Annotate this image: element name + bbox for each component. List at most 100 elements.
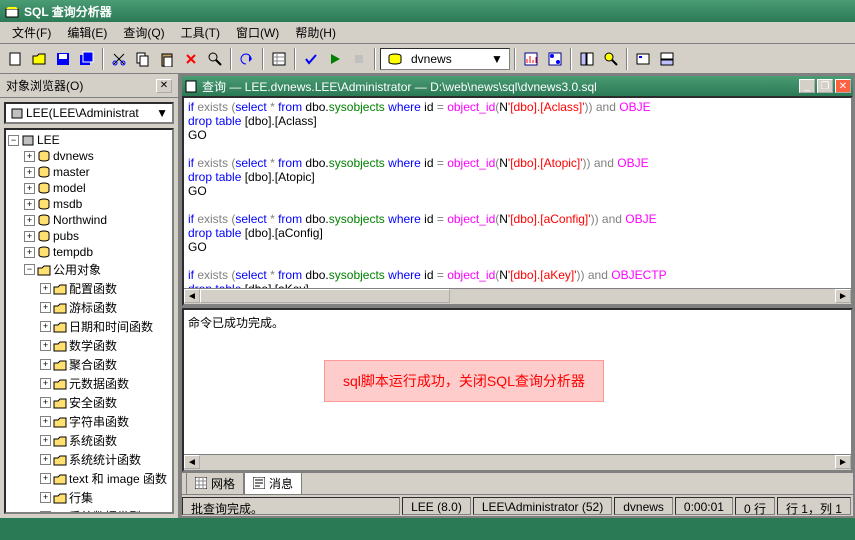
expand-icon[interactable]: +	[24, 151, 35, 162]
scroll-left-icon[interactable]: ◄	[184, 455, 200, 469]
expand-icon[interactable]: +	[40, 416, 51, 427]
menu-help[interactable]: 帮助(H)	[287, 22, 344, 43]
tree[interactable]: −LEE +dvnews+master+model+msdb+Northwind…	[4, 128, 174, 514]
expand-icon[interactable]: +	[24, 231, 35, 242]
copy-button[interactable]	[132, 48, 154, 70]
server-combo[interactable]: LEE(LEE\Administrat ▼	[4, 102, 174, 124]
tree-folder[interactable]: +字符串函数	[8, 412, 170, 431]
undo-button[interactable]	[236, 48, 258, 70]
parse-button[interactable]	[300, 48, 322, 70]
execute-button[interactable]	[324, 48, 346, 70]
tree-folder[interactable]: +安全函数	[8, 393, 170, 412]
cut-button[interactable]	[108, 48, 130, 70]
expand-icon[interactable]: +	[40, 302, 51, 313]
expand-icon[interactable]: +	[40, 473, 51, 484]
results-tabs: 网格 消息	[182, 472, 853, 494]
scroll-right-icon[interactable]: ►	[835, 289, 851, 303]
options-button[interactable]	[632, 48, 654, 70]
object-browser: 对象浏览器(O) ✕ LEE(LEE\Administrat ▼ −LEE +d…	[0, 74, 180, 518]
tree-database[interactable]: +dvnews	[8, 148, 170, 164]
expand-icon[interactable]: +	[24, 247, 35, 258]
expand-icon[interactable]: +	[40, 283, 51, 294]
tree-folder[interactable]: +行集	[8, 488, 170, 507]
expand-icon[interactable]: +	[40, 511, 51, 514]
menu-tools[interactable]: 工具(T)	[173, 22, 228, 43]
scroll-thumb[interactable]	[200, 289, 450, 303]
expand-icon[interactable]: +	[40, 397, 51, 408]
tree-folder[interactable]: +日期和时间函数	[8, 317, 170, 336]
collapse-icon[interactable]: −	[8, 135, 19, 146]
tree-database[interactable]: +Northwind	[8, 212, 170, 228]
results-mode-button[interactable]	[268, 48, 290, 70]
tree-folder[interactable]: +text 和 image 函数	[8, 469, 170, 488]
minimize-button[interactable]: _	[799, 79, 815, 93]
result-message: 命令已成功完成。	[188, 316, 284, 330]
object-search-button[interactable]	[600, 48, 622, 70]
open-button[interactable]	[28, 48, 50, 70]
save-button[interactable]	[52, 48, 74, 70]
folder-icon	[53, 377, 67, 391]
menu-query[interactable]: 查询(Q)	[115, 22, 172, 43]
paste-button[interactable]	[156, 48, 178, 70]
expand-icon[interactable]: +	[24, 183, 35, 194]
db-icon	[383, 52, 407, 66]
find-button[interactable]	[204, 48, 226, 70]
expand-icon[interactable]: +	[40, 359, 51, 370]
close-button[interactable]: ✕	[835, 79, 851, 93]
expand-icon[interactable]: +	[40, 492, 51, 503]
tree-folder[interactable]: +游标函数	[8, 298, 170, 317]
tree-folder[interactable]: +元数据函数	[8, 374, 170, 393]
tree-database[interactable]: +model	[8, 180, 170, 196]
separator	[102, 48, 104, 70]
database-icon	[37, 229, 51, 243]
separator	[374, 48, 376, 70]
new-button[interactable]	[4, 48, 26, 70]
save-all-button[interactable]	[76, 48, 98, 70]
expand-icon[interactable]: +	[40, 454, 51, 465]
menu-edit[interactable]: 编辑(E)	[59, 22, 115, 43]
tree-database[interactable]: +tempdb	[8, 244, 170, 260]
clear-button[interactable]	[180, 48, 202, 70]
expand-icon[interactable]: +	[24, 199, 35, 210]
tree-folder[interactable]: +系统数据类型	[8, 507, 170, 514]
database-combo[interactable]: dvnews ▼	[380, 48, 510, 70]
tab-grid[interactable]: 网格	[186, 473, 244, 495]
horizontal-scrollbar[interactable]: ◄ ►	[184, 288, 851, 304]
sql-editor[interactable]: if exists (select * from dbo.sysobjects …	[182, 96, 853, 306]
menu-window[interactable]: 窗口(W)	[228, 22, 287, 43]
tree-folder[interactable]: +聚合函数	[8, 355, 170, 374]
expand-icon[interactable]: +	[40, 321, 51, 332]
menu-file[interactable]: 文件(F)	[4, 22, 59, 43]
tree-database[interactable]: +master	[8, 164, 170, 180]
status-db: dvnews	[614, 497, 673, 515]
show-results-button[interactable]	[656, 48, 678, 70]
separator	[230, 48, 232, 70]
expand-icon[interactable]: +	[40, 340, 51, 351]
expand-icon[interactable]: +	[24, 215, 35, 226]
stop-button[interactable]	[348, 48, 370, 70]
scroll-left-icon[interactable]: ◄	[184, 289, 200, 303]
tree-folder[interactable]: +数学函数	[8, 336, 170, 355]
object-browser-button[interactable]	[576, 48, 598, 70]
tree-database[interactable]: +pubs	[8, 228, 170, 244]
tree-common[interactable]: −公用对象	[8, 260, 170, 279]
expand-icon[interactable]: +	[24, 167, 35, 178]
display-plan-button[interactable]	[544, 48, 566, 70]
restore-button[interactable]: ❐	[817, 79, 833, 93]
message-icon	[253, 477, 265, 489]
estimated-plan-button[interactable]	[520, 48, 542, 70]
sidebar-close-button[interactable]: ✕	[156, 79, 172, 93]
collapse-icon[interactable]: −	[24, 264, 35, 275]
horizontal-scrollbar[interactable]: ◄ ►	[184, 454, 851, 470]
tree-folder[interactable]: +系统函数	[8, 431, 170, 450]
expand-icon[interactable]: +	[40, 435, 51, 446]
scroll-right-icon[interactable]: ►	[835, 455, 851, 469]
expand-icon[interactable]: +	[40, 378, 51, 389]
tree-folder[interactable]: +系统统计函数	[8, 450, 170, 469]
tab-messages[interactable]: 消息	[244, 473, 302, 495]
tree-folder[interactable]: +配置函数	[8, 279, 170, 298]
tree-root[interactable]: −LEE	[8, 132, 170, 148]
tree-database[interactable]: +msdb	[8, 196, 170, 212]
status-position: 行 1，列 1	[777, 497, 851, 515]
menubar: 文件(F) 编辑(E) 查询(Q) 工具(T) 窗口(W) 帮助(H)	[0, 22, 855, 44]
